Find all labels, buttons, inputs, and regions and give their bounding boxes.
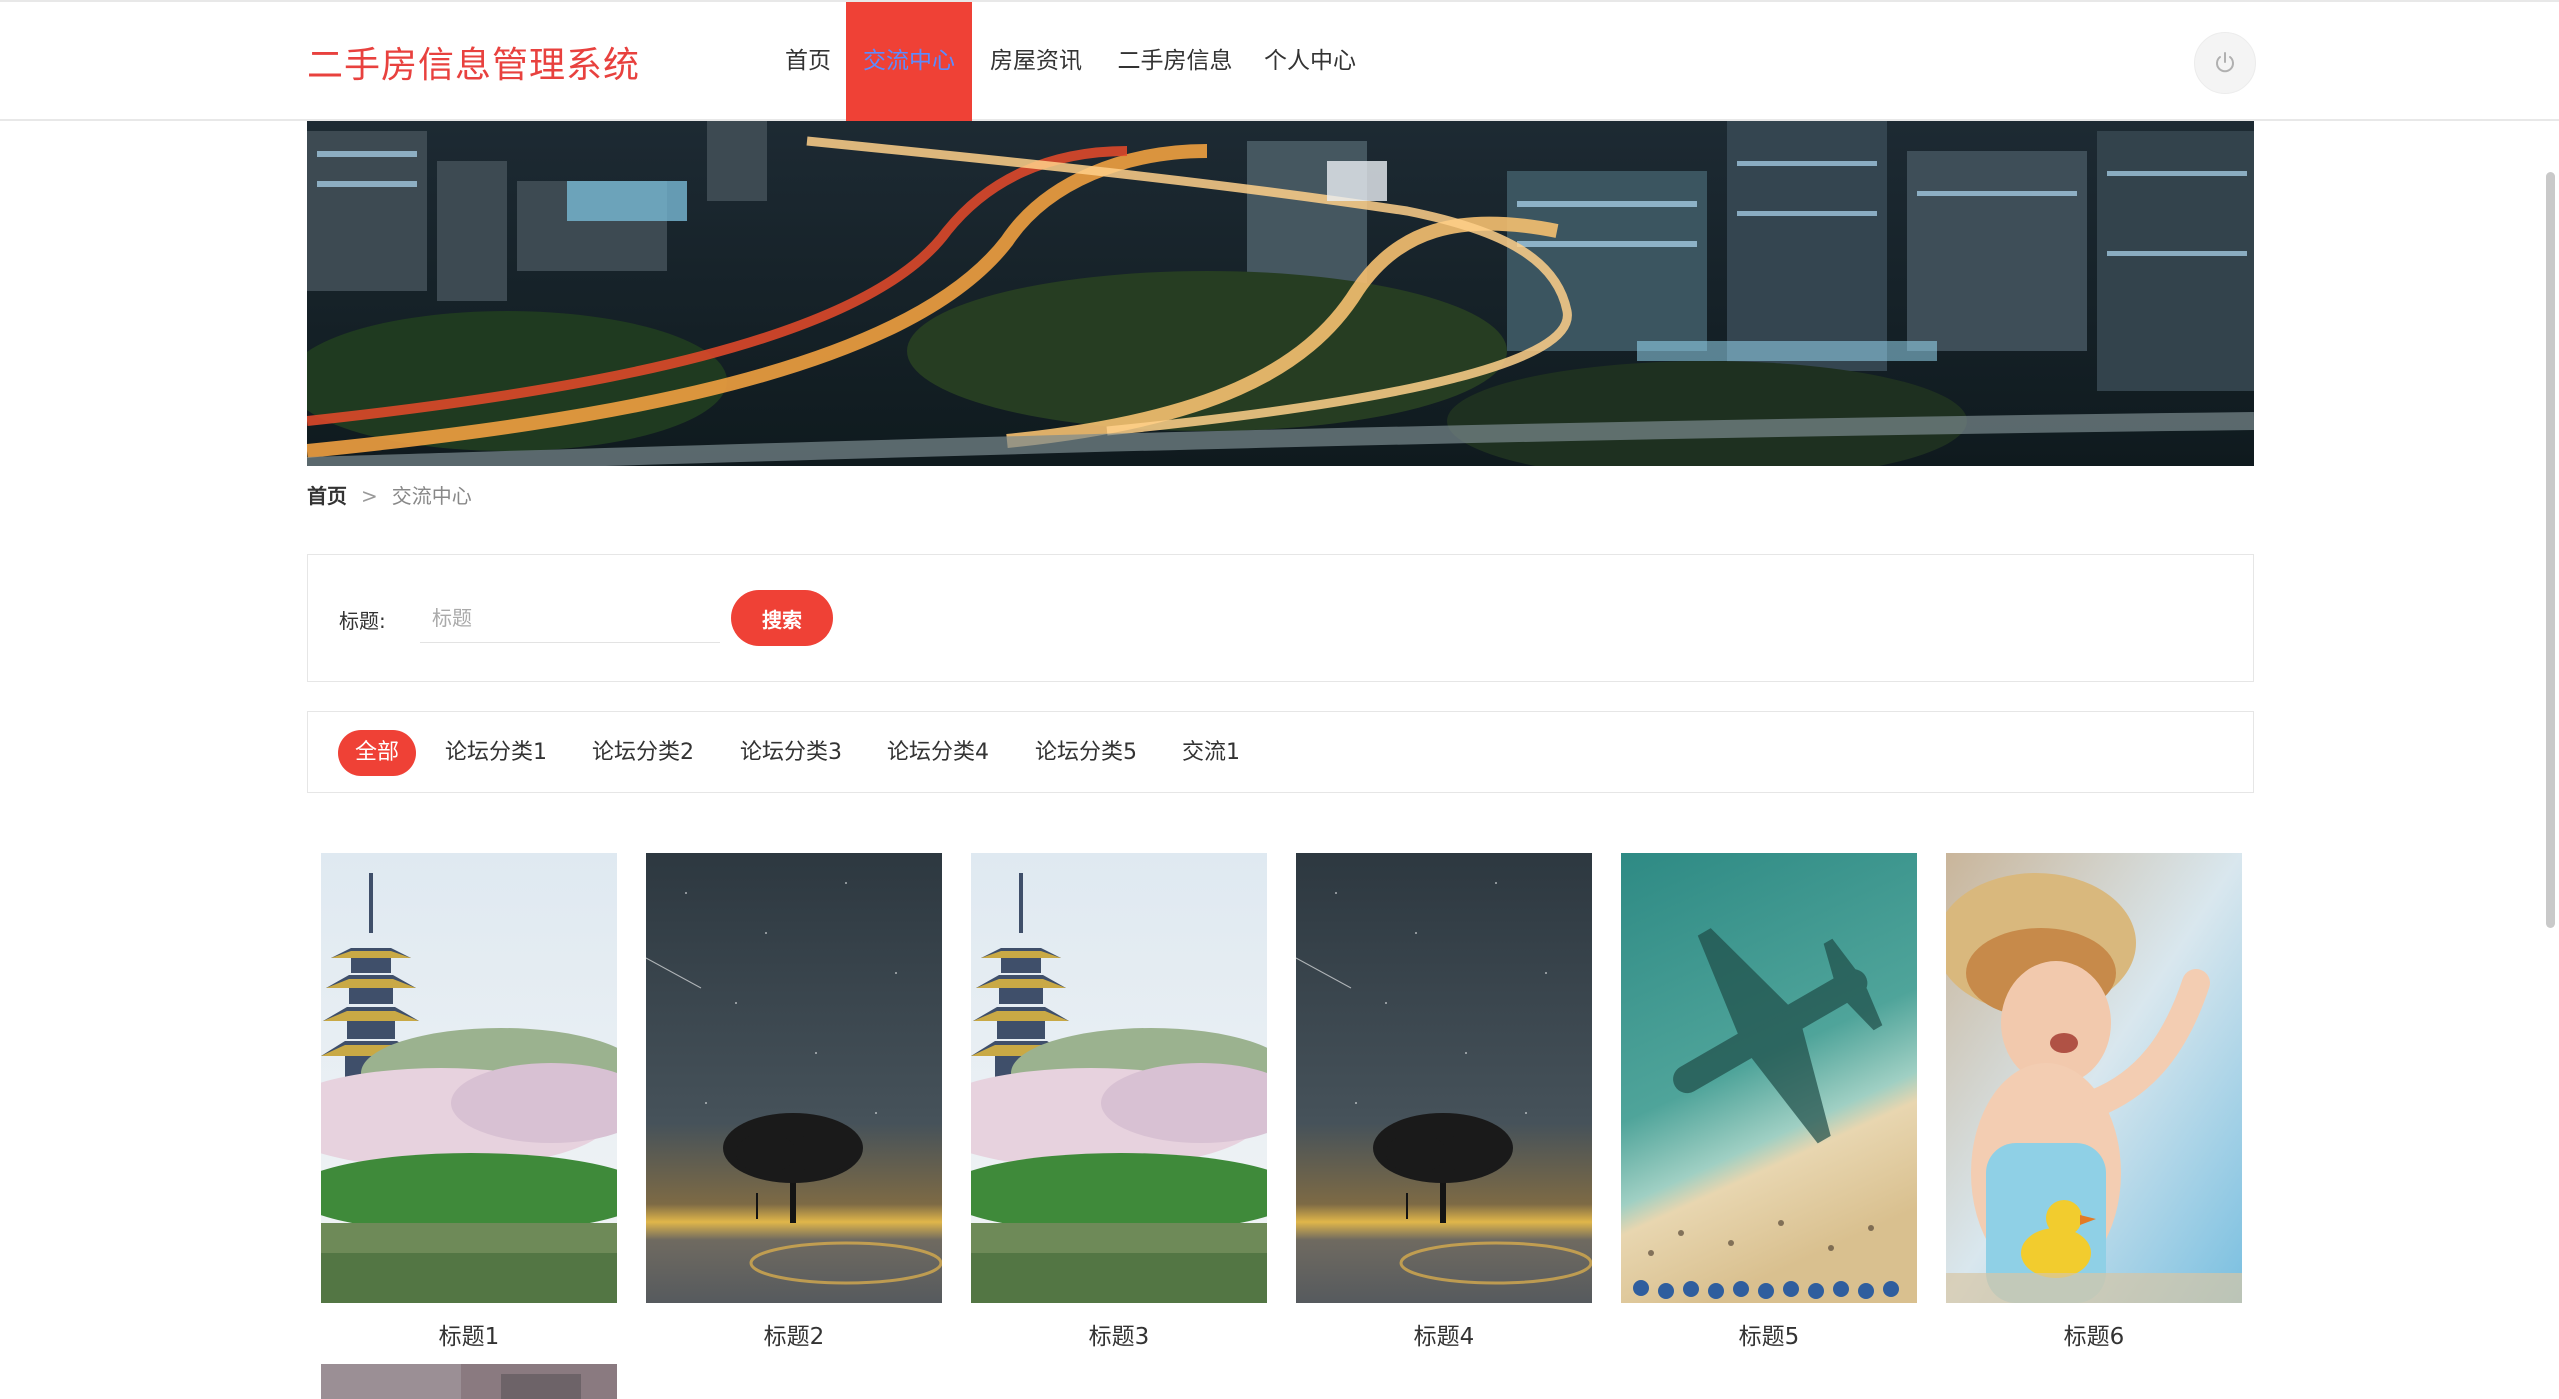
category-all[interactable]: 全部 — [338, 730, 417, 776]
banner-image — [307, 121, 2254, 466]
category-exchange-1[interactable]: 交流1 — [1182, 730, 1240, 776]
breadcrumb-current: 交流中心 — [391, 484, 472, 508]
category-forum-5[interactable]: 论坛分类5 — [1035, 730, 1137, 776]
post-thumbnail — [1621, 853, 1917, 1303]
logout-button[interactable] — [2194, 32, 2256, 94]
breadcrumb-separator: > — [361, 484, 378, 508]
nav-personal-center[interactable]: 个人中心 — [1250, 2, 1370, 121]
post-title[interactable]: 标题2 — [646, 1317, 942, 1351]
post-card[interactable]: 标题6 — [1946, 853, 2242, 1353]
post-card[interactable]: 标题1 — [321, 853, 617, 1353]
post-card[interactable]: 标题3 — [971, 853, 1267, 1353]
category-forum-1[interactable]: 论坛分类1 — [445, 730, 547, 776]
nav-home[interactable]: 首页 — [770, 2, 846, 121]
page-scrollbar[interactable] — [2546, 172, 2555, 928]
category-tabs: 全部 论坛分类1 论坛分类2 论坛分类3 论坛分类4 论坛分类5 交流1 — [307, 711, 2254, 793]
top-navbar: 二手房信息管理系统 首页 交流中心 房屋资讯 二手房信息 个人中心 — [0, 0, 2559, 121]
search-panel: 标题: 搜索 — [307, 554, 2254, 682]
post-thumbnail — [646, 853, 942, 1303]
post-thumbnail — [971, 853, 1267, 1303]
post-thumbnail — [321, 853, 617, 1303]
post-title[interactable]: 标题4 — [1296, 1317, 1592, 1351]
category-forum-3[interactable]: 论坛分类3 — [740, 730, 842, 776]
search-title-input[interactable] — [420, 593, 720, 643]
nav-forum[interactable]: 交流中心 — [846, 2, 972, 121]
post-title[interactable]: 标题1 — [321, 1317, 617, 1351]
post-title[interactable]: 标题3 — [971, 1317, 1267, 1351]
post-card[interactable]: 标题2 — [646, 853, 942, 1353]
post-thumbnail — [1946, 853, 2242, 1303]
power-icon — [2216, 52, 2234, 73]
post-card[interactable]: 标题4 — [1296, 853, 1592, 1353]
category-forum-2[interactable]: 论坛分类2 — [592, 730, 694, 776]
post-title[interactable]: 标题5 — [1621, 1317, 1917, 1351]
breadcrumb-home[interactable]: 首页 — [307, 484, 347, 508]
post-card-partial[interactable] — [321, 1364, 617, 1399]
site-title: 二手房信息管理系统 — [307, 45, 641, 86]
breadcrumb: 首页 > 交流中心 — [307, 480, 472, 509]
category-forum-4[interactable]: 论坛分类4 — [887, 730, 989, 776]
post-title[interactable]: 标题6 — [1946, 1317, 2242, 1351]
search-button[interactable]: 搜索 — [731, 590, 833, 646]
post-thumbnail — [1296, 853, 1592, 1303]
nav-house-news[interactable]: 房屋资讯 — [972, 2, 1100, 121]
search-title-label: 标题: — [339, 609, 386, 633]
post-card[interactable]: 标题5 — [1621, 853, 1917, 1353]
nav-second-hand-houses[interactable]: 二手房信息 — [1100, 2, 1250, 121]
